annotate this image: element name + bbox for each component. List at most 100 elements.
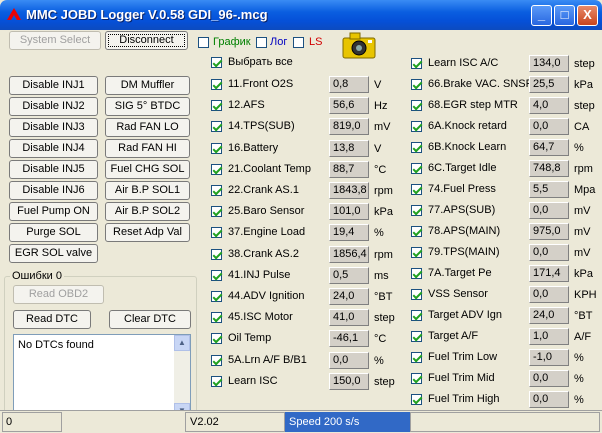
param-checkbox[interactable] [411,373,422,384]
disconnect-button[interactable]: Disconnect [105,31,188,50]
param-checkbox[interactable] [211,100,222,112]
param-checkbox[interactable] [211,354,222,366]
param-checkbox[interactable] [211,269,222,281]
param-checkbox[interactable] [411,310,422,321]
param-checkbox[interactable] [411,184,422,195]
param-name: Learn ISC [228,374,278,387]
minimize-button[interactable]: _ [531,5,552,26]
system-select-button[interactable]: System Select [9,31,101,50]
param-value: 0,0 [529,244,569,261]
param-unit: °BT [374,291,393,303]
param-value: 1856,4 [329,245,369,263]
param-unit: mV [574,226,591,238]
param-checkbox[interactable] [211,206,222,218]
ls-checkbox[interactable] [293,37,304,48]
param-checkbox[interactable] [411,142,422,153]
app-icon [7,8,21,20]
action-button[interactable]: SIG 5° BTDC [105,97,190,116]
param-checkbox[interactable] [411,268,422,279]
grafik-checkbox[interactable] [198,37,209,48]
param-checkbox[interactable] [411,226,422,237]
param-unit: step [574,100,595,112]
action-button[interactable]: EGR SOL valve [9,244,98,263]
scroll-up-icon[interactable]: ▲ [174,335,190,351]
action-button[interactable]: Disable INJ2 [9,97,98,116]
param-unit: rpm [374,248,393,261]
param-checkbox[interactable] [411,331,422,342]
dtc-scrollbar[interactable]: ▲ ▼ [174,335,190,419]
action-button[interactable]: Fuel Pump ON [9,202,98,221]
param-unit: step [574,58,595,70]
select-all-checkbox[interactable] [211,57,222,68]
param-unit: CA [574,121,590,133]
param-name: 6C.Target Idle [428,162,497,174]
param-checkbox[interactable] [211,248,222,260]
action-button[interactable]: Fuel CHG SOL [105,160,190,179]
action-button[interactable]: Air B.P SOL2 [105,202,190,221]
param-checkbox[interactable] [411,58,422,69]
param-checkbox[interactable] [411,247,422,258]
param-checkbox[interactable] [411,289,422,300]
param-checkbox[interactable] [211,227,222,239]
read-obd2-button[interactable]: Read OBD2 [13,285,104,304]
param-unit: V [374,79,382,91]
param-name: 6A.Knock retard [428,120,507,132]
camera-icon[interactable] [342,30,376,60]
param-value: 19,4 [329,224,369,242]
param-name: 66.Brake VAC. SNSR [428,78,534,90]
action-button[interactable]: Air B.P SOL1 [105,181,190,200]
param-checkbox[interactable] [411,352,422,363]
param-name: 22.Crank AS.1 [228,184,299,196]
action-button[interactable]: Disable INJ1 [9,76,98,95]
param-name: 7A.Target Pe [428,267,492,279]
param-name: 74.Fuel Press [428,183,496,195]
param-checkbox[interactable] [211,375,222,387]
param-checkbox[interactable] [211,142,222,154]
param-name: Oil Temp [228,332,272,345]
log-checkbox[interactable] [256,37,267,48]
param-value: 41,0 [329,309,369,327]
action-button[interactable]: Reset Adp Val [105,223,190,242]
action-button[interactable]: Rad FAN LO [105,118,190,137]
title-bar[interactable]: MMC JOBD Logger V.0.58 GDI_96-.mcg _ □ X [0,0,602,30]
action-button[interactable]: Disable INJ5 [9,160,98,179]
param-value: 0,0 [529,286,569,303]
param-checkbox[interactable] [211,121,222,133]
param-name: 5A.Lrn A/F B/B1 [228,353,307,366]
param-checkbox[interactable] [211,312,222,324]
param-checkbox[interactable] [411,163,422,174]
param-checkbox[interactable] [411,100,422,111]
action-button[interactable]: DM Muffler [105,76,190,95]
action-button[interactable]: Disable INJ6 [9,181,98,200]
ls-label: LS [309,36,323,48]
param-name: 45.ISC Motor [228,311,293,324]
close-button[interactable]: X [577,5,598,26]
param-checkbox[interactable] [211,163,222,175]
param-unit: kPa [574,268,593,280]
param-name: 11.Front O2S [228,78,294,90]
param-name: 68.EGR step MTR [428,99,518,111]
action-button[interactable]: Disable INJ4 [9,139,98,158]
log-label: Лог [270,36,288,48]
action-button[interactable]: Rad FAN HI [105,139,190,158]
action-button[interactable]: Purge SOL [9,223,98,242]
maximize-button[interactable]: □ [554,5,575,26]
param-value: 975,0 [529,223,569,240]
param-name: Fuel Trim Low [428,351,498,363]
param-checkbox[interactable] [211,79,222,90]
select-all-label: Выбрать все [228,56,293,68]
param-checkbox[interactable] [211,291,222,302]
param-checkbox[interactable] [211,333,222,345]
clear-dtc-button[interactable]: Clear DTC [109,310,191,329]
read-dtc-button[interactable]: Read DTC [13,310,91,329]
param-checkbox[interactable] [411,205,422,216]
param-unit: mV [574,205,591,217]
window-title: MMC JOBD Logger V.0.58 GDI_96-.mcg [26,7,268,22]
param-checkbox[interactable] [211,185,222,196]
param-unit: rpm [374,185,393,197]
action-button[interactable]: Disable INJ3 [9,118,98,137]
param-checkbox[interactable] [411,121,422,132]
param-checkbox[interactable] [411,394,422,405]
dtc-list[interactable]: No DTCs found ▲ ▼ [13,334,191,420]
param-checkbox[interactable] [411,79,422,90]
